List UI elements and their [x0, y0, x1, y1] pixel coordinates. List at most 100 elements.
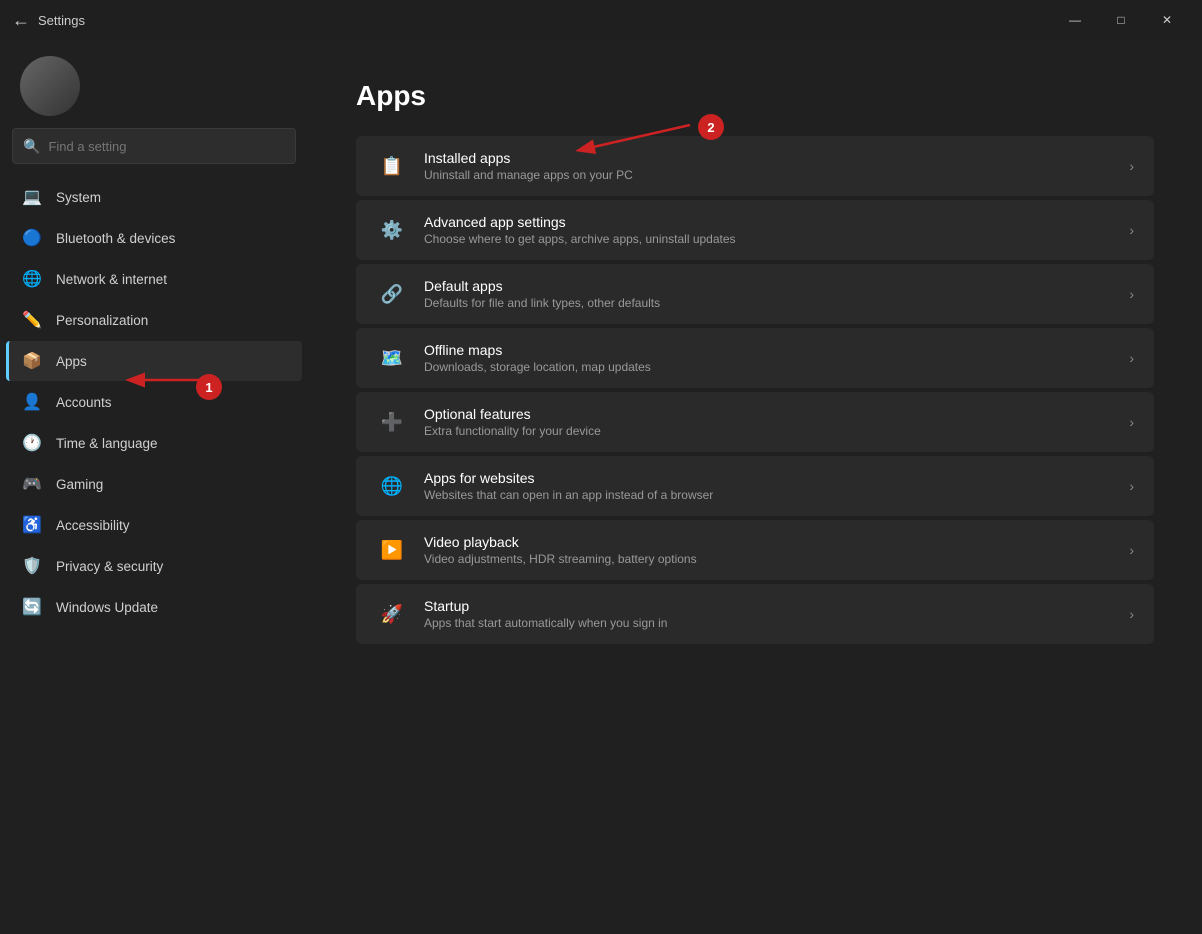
offline-maps-icon: 🗺️ — [376, 342, 408, 374]
main-content: Apps 📋 Installed apps Uninstall and mana… — [308, 40, 1202, 934]
avatar — [20, 56, 80, 116]
settings-item-text: Optional features Extra functionality fo… — [424, 406, 1113, 438]
settings-item-title: Default apps — [424, 278, 1113, 294]
installed-apps-icon: 📋 — [376, 150, 408, 182]
search-input[interactable] — [48, 139, 285, 154]
nav-list: 💻 System 🔵 Bluetooth & devices 🌐 Network… — [0, 176, 308, 628]
personalization-icon: ✏️ — [22, 310, 42, 330]
chevron-right-icon: › — [1129, 286, 1134, 302]
sidebar-item-label: Time & language — [56, 436, 158, 451]
chevron-right-icon: › — [1129, 350, 1134, 366]
content-area: 🔍 💻 System 🔵 Bluetooth & devices 🌐 Netwo… — [0, 40, 1202, 934]
settings-item-title: Offline maps — [424, 342, 1113, 358]
settings-item-description: Choose where to get apps, archive apps, … — [424, 232, 1113, 246]
sidebar-item-accounts[interactable]: 👤 Accounts — [6, 382, 302, 422]
sidebar-item-privacy[interactable]: 🛡️ Privacy & security — [6, 546, 302, 586]
update-icon: 🔄 — [22, 597, 42, 617]
settings-item-optional-features[interactable]: ➕ Optional features Extra functionality … — [356, 392, 1154, 452]
sidebar-item-label: Accounts — [56, 395, 112, 410]
apps-for-websites-icon: 🌐 — [376, 470, 408, 502]
settings-window: ← Settings — □ ✕ 🔍 💻 System — [0, 0, 1202, 934]
chevron-right-icon: › — [1129, 478, 1134, 494]
chevron-right-icon: › — [1129, 158, 1134, 174]
search-icon: 🔍 — [23, 138, 40, 155]
titlebar: ← Settings — □ ✕ — [0, 0, 1202, 40]
settings-item-offline-maps[interactable]: 🗺️ Offline maps Downloads, storage locat… — [356, 328, 1154, 388]
sidebar-item-update[interactable]: 🔄 Windows Update — [6, 587, 302, 627]
sidebar-item-label: Privacy & security — [56, 559, 163, 574]
settings-item-text: Offline maps Downloads, storage location… — [424, 342, 1113, 374]
settings-item-description: Websites that can open in an app instead… — [424, 488, 1113, 502]
network-icon: 🌐 — [22, 269, 42, 289]
chevron-right-icon: › — [1129, 606, 1134, 622]
settings-item-title: Startup — [424, 598, 1113, 614]
system-icon: 💻 — [22, 187, 42, 207]
accessibility-icon: ♿ — [22, 515, 42, 535]
sidebar: 🔍 💻 System 🔵 Bluetooth & devices 🌐 Netwo… — [0, 40, 308, 934]
sidebar-item-bluetooth[interactable]: 🔵 Bluetooth & devices — [6, 218, 302, 258]
video-playback-icon: ▶️ — [376, 534, 408, 566]
chevron-right-icon: › — [1129, 542, 1134, 558]
settings-item-description: Apps that start automatically when you s… — [424, 616, 1113, 630]
sidebar-item-apps[interactable]: 📦 Apps — [6, 341, 302, 381]
default-apps-icon: 🔗 — [376, 278, 408, 310]
sidebar-item-gaming[interactable]: 🎮 Gaming — [6, 464, 302, 504]
settings-item-title: Optional features — [424, 406, 1113, 422]
sidebar-item-label: Accessibility — [56, 518, 130, 533]
sidebar-item-network[interactable]: 🌐 Network & internet — [6, 259, 302, 299]
apps-icon: 📦 — [22, 351, 42, 371]
privacy-icon: 🛡️ — [22, 556, 42, 576]
settings-item-text: Installed apps Uninstall and manage apps… — [424, 150, 1113, 182]
time-icon: 🕐 — [22, 433, 42, 453]
settings-item-title: Advanced app settings — [424, 214, 1113, 230]
bluetooth-icon: 🔵 — [22, 228, 42, 248]
settings-item-default-apps[interactable]: 🔗 Default apps Defaults for file and lin… — [356, 264, 1154, 324]
gaming-icon: 🎮 — [22, 474, 42, 494]
sidebar-item-accessibility[interactable]: ♿ Accessibility — [6, 505, 302, 545]
settings-item-description: Downloads, storage location, map updates — [424, 360, 1113, 374]
back-button[interactable]: ← — [12, 10, 30, 31]
sidebar-item-system[interactable]: 💻 System — [6, 177, 302, 217]
sidebar-item-label: Gaming — [56, 477, 103, 492]
settings-list: 📋 Installed apps Uninstall and manage ap… — [356, 136, 1154, 644]
settings-item-text: Default apps Defaults for file and link … — [424, 278, 1113, 310]
close-button[interactable]: ✕ — [1144, 4, 1190, 36]
window-controls: — □ ✕ — [1052, 4, 1190, 36]
settings-item-startup[interactable]: 🚀 Startup Apps that start automatically … — [356, 584, 1154, 644]
settings-item-installed-apps[interactable]: 📋 Installed apps Uninstall and manage ap… — [356, 136, 1154, 196]
settings-item-title: Installed apps — [424, 150, 1113, 166]
settings-item-video-playback[interactable]: ▶️ Video playback Video adjustments, HDR… — [356, 520, 1154, 580]
settings-item-description: Extra functionality for your device — [424, 424, 1113, 438]
accounts-icon: 👤 — [22, 392, 42, 412]
settings-item-text: Advanced app settings Choose where to ge… — [424, 214, 1113, 246]
settings-item-advanced-app-settings[interactable]: ⚙️ Advanced app settings Choose where to… — [356, 200, 1154, 260]
search-container: 🔍 — [0, 128, 308, 164]
search-box[interactable]: 🔍 — [12, 128, 296, 164]
sidebar-item-time[interactable]: 🕐 Time & language — [6, 423, 302, 463]
chevron-right-icon: › — [1129, 222, 1134, 238]
page-title: Apps — [356, 80, 1154, 112]
settings-item-text: Apps for websites Websites that can open… — [424, 470, 1113, 502]
advanced-app-settings-icon: ⚙️ — [376, 214, 408, 246]
settings-item-title: Video playback — [424, 534, 1113, 550]
optional-features-icon: ➕ — [376, 406, 408, 438]
settings-item-description: Video adjustments, HDR streaming, batter… — [424, 552, 1113, 566]
chevron-right-icon: › — [1129, 414, 1134, 430]
sidebar-item-label: System — [56, 190, 101, 205]
sidebar-item-label: Windows Update — [56, 600, 158, 615]
settings-item-text: Startup Apps that start automatically wh… — [424, 598, 1113, 630]
minimize-button[interactable]: — — [1052, 4, 1098, 36]
sidebar-item-label: Apps — [56, 354, 87, 369]
settings-item-apps-for-websites[interactable]: 🌐 Apps for websites Websites that can op… — [356, 456, 1154, 516]
startup-icon: 🚀 — [376, 598, 408, 630]
sidebar-item-label: Bluetooth & devices — [56, 231, 175, 246]
sidebar-item-label: Network & internet — [56, 272, 167, 287]
sidebar-item-personalization[interactable]: ✏️ Personalization — [6, 300, 302, 340]
maximize-button[interactable]: □ — [1098, 4, 1144, 36]
settings-item-description: Uninstall and manage apps on your PC — [424, 168, 1113, 182]
settings-item-description: Defaults for file and link types, other … — [424, 296, 1113, 310]
settings-item-text: Video playback Video adjustments, HDR st… — [424, 534, 1113, 566]
sidebar-item-label: Personalization — [56, 313, 148, 328]
window-title: Settings — [38, 13, 85, 28]
settings-item-title: Apps for websites — [424, 470, 1113, 486]
